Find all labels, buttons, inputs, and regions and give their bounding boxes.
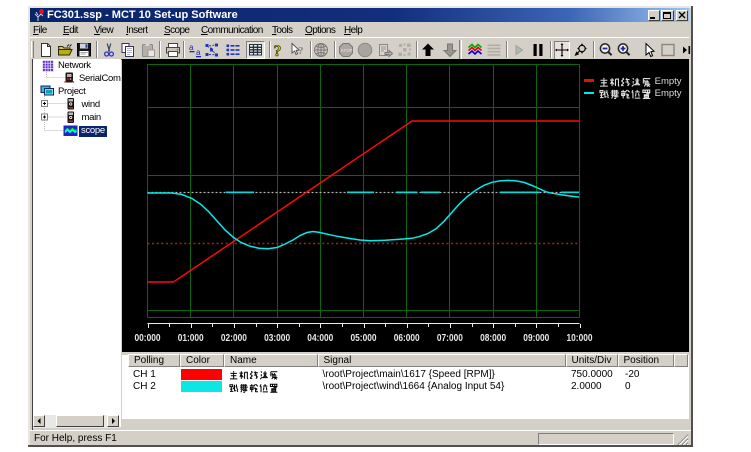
svg-text:a: a [189,43,194,52]
svg-text:05:000: 05:000 [351,333,377,344]
svg-text:09:000: 09:000 [523,333,549,344]
svg-text:02:000: 02:000 [221,333,247,344]
svg-text:00:000: 00:000 [135,333,161,344]
svg-text:06:000: 06:000 [394,333,420,344]
svg-text:?: ? [274,43,282,58]
svg-text:STOP: STOP [340,48,352,53]
svg-text:08:000: 08:000 [480,333,506,344]
svg-text:10:000: 10:000 [567,333,593,344]
svg-text:03:000: 03:000 [264,333,290,344]
svg-text:07:000: 07:000 [437,333,463,344]
svg-text:01:000: 01:000 [178,333,204,344]
svg-text:04:000: 04:000 [307,333,333,344]
svg-text:?: ? [298,45,304,57]
svg-text:a: a [196,48,201,57]
